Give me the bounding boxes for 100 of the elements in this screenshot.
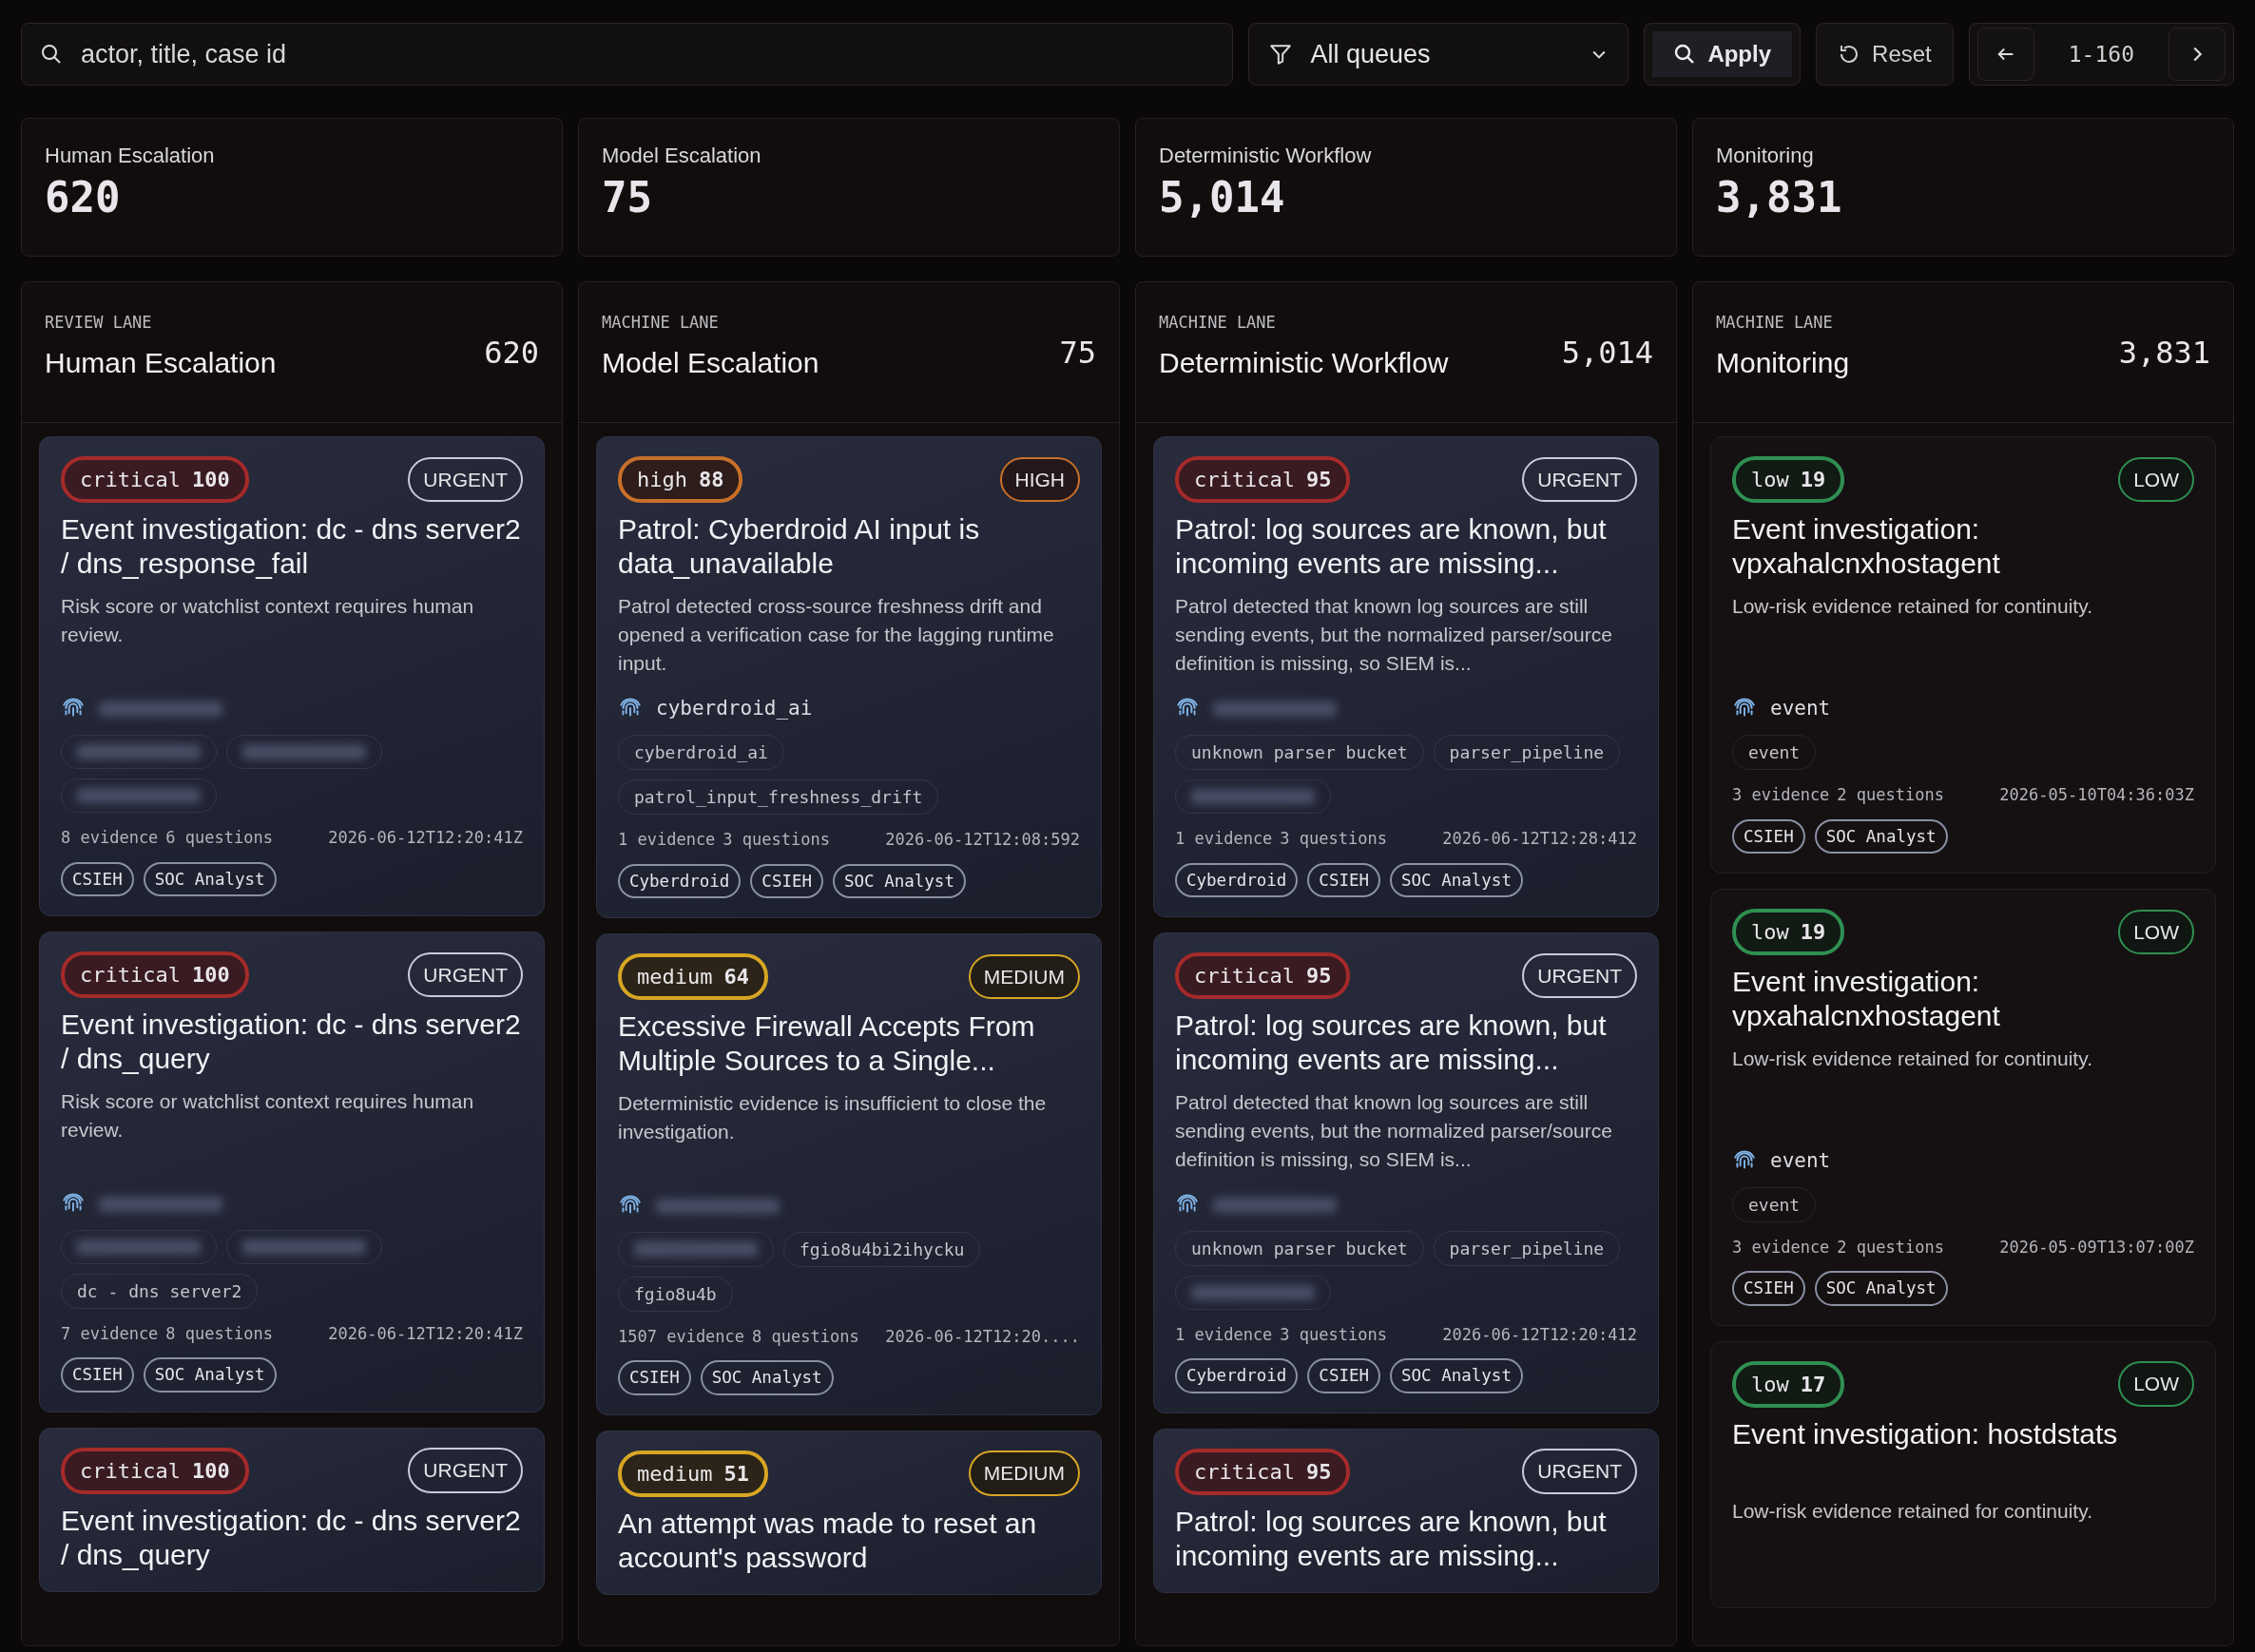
severity-badge: critical 100	[61, 456, 249, 503]
team-tag: CSIEH	[61, 1357, 134, 1393]
severity-badge: critical 95	[1175, 951, 1351, 999]
case-title: Event investigation: vpxahalcnxhostagent	[1732, 512, 2001, 581]
lane-title: Human Escalation	[45, 345, 277, 380]
stat-value: 75	[602, 175, 653, 221]
severity-badge: low 17	[1732, 1360, 1845, 1408]
team-tag: SOC Analyst	[1814, 818, 1948, 854]
case-summary: Patrol detected cross-source freshness drift and opened a verification case for the lagging runtime input.	[618, 594, 1055, 676]
priority-badge: URGENT	[408, 1448, 523, 1493]
case-summary: Deterministic evidence is insufficient to close the investigation.	[618, 1090, 1048, 1144]
case-card[interactable]	[1153, 436, 1659, 917]
case-card[interactable]: low 19 LOW Event investigation: vpxahalcnxhostagent Low-risk evidence retained for continuity. event event 3 evidence 2 questions 2026-05-10T04:36:03Z CSIEH SOC Analyst	[1710, 436, 2216, 874]
stat-label: Human Escalation	[45, 143, 216, 169]
case-card[interactable]: medium 51 MEDIUM An attempt was made to reset an account's password	[596, 1430, 1102, 1595]
case-card[interactable]: low 17 LOW Event investigation: hostdstats Low-risk evidence retained for continuity.	[1710, 1340, 2216, 1608]
evidence-count: 1507 evidence	[618, 1325, 745, 1348]
actor-name: event	[1770, 1148, 1831, 1174]
case-title: Patrol: log sources are known, but incoming events are missing...	[1175, 1504, 1608, 1573]
team-tag: CSIEH	[750, 863, 824, 898]
search-icon	[40, 43, 63, 66]
team-tag: SOC Analyst	[1814, 1271, 1948, 1306]
case-summary: Risk score or watchlist context requires human review.	[61, 594, 475, 647]
queue-dropdown[interactable]: All queues	[1248, 23, 1629, 86]
severity-badge: low 19	[1732, 908, 1845, 955]
case-card[interactable]: low 19 LOW Event investigation: vpxahalcnxhostagent Low-risk evidence retained for continuity. event event 3 evidence 2 questions 2026-05-09T13:07:00Z CSIEH SOC Analyst	[1710, 888, 2216, 1326]
case-card[interactable]: critical 95 URGENT Patrol: log sources are known, but incoming events are missing...	[1153, 1428, 1659, 1593]
case-card[interactable]: critical 100 URGENT Event investigation: dc - dns server2 / dns_query	[39, 1427, 545, 1592]
case-summary: Patrol detected that known log sources are still sending events, but the normalized parser/source definition is missing, so SIEM is...	[1175, 1089, 1613, 1172]
severity-badge: high 88	[618, 456, 743, 503]
case-title: Patrol: log sources are known, but incoming events are missing...	[1175, 512, 1608, 581]
team-tag: CSIEH	[1732, 1271, 1805, 1306]
lane-title: Deterministic Workflow	[1159, 345, 1449, 380]
team-tag: CSIEH	[1307, 862, 1381, 897]
timestamp: 2026-05-09T13:07:00Z	[1999, 1236, 2194, 1258]
team-tag: SOC Analyst	[1390, 862, 1523, 897]
question-count: 3 questions	[1280, 1323, 1387, 1346]
priority-badge: HIGH	[999, 456, 1080, 503]
severity-badge: medium 51	[618, 1450, 768, 1497]
question-count: 3 questions	[1280, 828, 1387, 850]
case-summary: Low-risk evidence retained for continuity.	[1732, 1046, 2093, 1071]
priority-badge: LOW	[2118, 909, 2194, 954]
case-title: Event investigation: dc - dns server2 / dns_query	[61, 1007, 522, 1076]
question-count: 3 questions	[723, 829, 830, 851]
team-tag: SOC Analyst	[143, 1357, 277, 1393]
page-range: 1-160	[2067, 40, 2135, 68]
lane-count: 5,014	[1561, 334, 1653, 373]
case-title: Event investigation: dc - dns server2 / dns_response_fail	[61, 512, 522, 581]
team-tag: Cyberdroid	[1175, 862, 1299, 897]
stat-label: Deterministic Workflow	[1159, 143, 1373, 169]
team-tag: SOC Analyst	[143, 861, 277, 896]
case-title: Event investigation: hostdstats	[1732, 1416, 2119, 1451]
question-count: 8 questions	[165, 1322, 273, 1345]
case-card[interactable]	[596, 436, 1102, 918]
case-title: Event investigation: vpxahalcnxhostagent	[1732, 964, 2001, 1033]
lane-count: 3,831	[2118, 334, 2210, 373]
lane-count: 75	[1059, 334, 1096, 373]
team-tag: CSIEH	[618, 1360, 691, 1395]
evidence-count: 8 evidence	[61, 827, 159, 849]
evidence-count: 3 evidence	[1732, 784, 1830, 806]
lane-title: Model Escalation	[602, 345, 819, 380]
case-title: Patrol: Cyberdroid AI input is data_unavailable	[618, 512, 981, 581]
case-card[interactable]	[1153, 932, 1659, 1413]
team-tag: SOC Analyst	[1390, 1358, 1523, 1393]
severity-badge: low 19	[1732, 456, 1845, 503]
question-count: 6 questions	[165, 827, 273, 849]
stat-value: 5,014	[1159, 175, 1286, 221]
evidence-count: 1 evidence	[618, 829, 716, 851]
reset-button[interactable]: Reset	[1816, 23, 1954, 86]
timestamp: 2026-05-10T04:36:03Z	[1999, 784, 2194, 806]
question-count: 2 questions	[1837, 784, 1944, 806]
priority-badge: MEDIUM	[968, 953, 1080, 999]
severity-badge: critical 95	[1175, 456, 1351, 503]
case-summary: Risk score or watchlist context requires human review.	[61, 1088, 475, 1143]
apply-button[interactable]: Apply	[1644, 23, 1802, 86]
severity-badge: medium 64	[618, 952, 768, 1000]
lane-label: REVIEW LANE	[45, 312, 153, 334]
case-card[interactable]: critical 100 URGENT Event investigation: dc - dns server2 / dns_response_fail Risk score or watchlist context requires human review. 8 evidence 6 questions 2026-06-12T12:20:41Z CSIEH SOC Analyst	[39, 436, 545, 916]
evidence-count: 7 evidence	[61, 1322, 159, 1345]
actor-name: cyberdroid_ai	[656, 696, 813, 722]
evidence-count: 1 evidence	[1175, 1323, 1273, 1346]
stat-value: 3,831	[1716, 175, 1843, 221]
timestamp: 2026-06-12T12:08:592	[885, 829, 1080, 851]
team-tag: CSIEH	[1732, 818, 1805, 854]
case-title: Patrol: log sources are known, but incoming events are missing...	[1175, 1008, 1608, 1077]
evidence-count: 1 evidence	[1175, 828, 1273, 850]
case-summary: Low-risk evidence retained for continuity.	[1732, 594, 2093, 619]
case-card[interactable]	[596, 932, 1102, 1415]
priority-badge: MEDIUM	[968, 1450, 1080, 1496]
search-field[interactable]: actor, title, case id	[21, 23, 1234, 86]
timestamp: 2026-06-12T12:20:41Z	[328, 827, 523, 849]
team-tag: Cyberdroid	[618, 863, 742, 898]
timestamp: 2026-06-12T12:20:41Z	[328, 1322, 523, 1345]
team-tag: CSIEH	[1307, 1358, 1381, 1393]
timestamp: 2026-06-12T12:20....	[885, 1325, 1080, 1348]
severity-badge: critical 100	[61, 1447, 249, 1494]
severity-badge: critical 95	[1175, 1448, 1351, 1495]
lane-label: MACHINE LANE	[1716, 312, 1834, 334]
lane-title: Monitoring	[1716, 345, 1850, 380]
case-card[interactable]	[39, 931, 545, 1412]
